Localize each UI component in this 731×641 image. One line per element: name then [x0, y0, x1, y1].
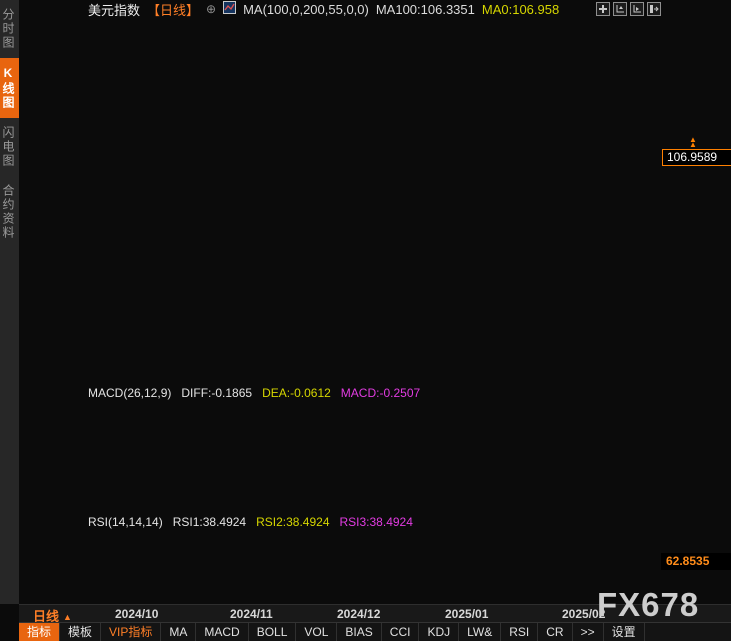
window-tools [596, 2, 661, 16]
period-label[interactable]: 【日线】 [147, 0, 199, 19]
chart-type-icon [223, 1, 236, 17]
toolbar-item-LW&[interactable]: LW& [459, 623, 501, 641]
watermark: FX678 [597, 586, 699, 624]
toolbar-item-MA[interactable]: MA [161, 623, 196, 641]
chart-header: 美元指数 【日线】 ⊕ MA(100,0,200,55,0,0) MA100:1… [88, 1, 559, 17]
ma100-value: MA100:106.3351 [376, 2, 475, 17]
macd-title: MACD(26,12,9) [88, 386, 171, 400]
toolbar-item-KDJ[interactable]: KDJ [419, 623, 459, 641]
rsi3-value: RSI3:38.4924 [340, 515, 413, 529]
sidebar: 分时图K线图闪电图合约资料 [0, 0, 19, 604]
sidebar-tab-2[interactable]: K线图 [0, 58, 19, 118]
sidebar-tab-4[interactable]: 合约资料 [0, 176, 19, 248]
toolbar-item-模板[interactable]: 模板 [60, 623, 101, 641]
toolbar-item-MACD[interactable]: MACD [196, 623, 248, 641]
x-axis-label: 2024/10 [115, 607, 158, 621]
rsi1-value: RSI1:38.4924 [173, 515, 246, 529]
chart-canvas[interactable] [0, 0, 731, 641]
toolbar-item-BIAS[interactable]: BIAS [337, 623, 381, 641]
move-tool-icon[interactable] [596, 2, 610, 16]
toolbar-item-设置[interactable]: 设置 [604, 623, 645, 641]
toolbar-item-CR[interactable]: CR [538, 623, 572, 641]
axis-scale-right-icon[interactable] [630, 2, 644, 16]
macd-macd-value: MACD:-0.2507 [341, 386, 420, 400]
rsi2-value: RSI2:38.4924 [256, 515, 329, 529]
rsi-header: RSI(14,14,14) RSI1:38.4924 RSI2:38.4924 … [88, 515, 413, 529]
ma-settings: MA(100,0,200,55,0,0) [243, 2, 369, 17]
toolbar-item-指标[interactable]: 指标 [19, 623, 60, 641]
price-arrows-icon: ▲▲ [689, 137, 697, 147]
trading-app: 分时图K线图闪电图合约资料 美元指数 【日线】 ⊕ MA(100,0,200,5… [0, 0, 731, 641]
triangle-up-icon: ▲ [63, 612, 72, 622]
collapse-panel-icon[interactable] [647, 2, 661, 16]
toolbar-item-VOL[interactable]: VOL [296, 623, 337, 641]
toolbar-item-VIP指标[interactable]: VIP指标 [101, 623, 161, 641]
toolbar-item-BOLL[interactable]: BOLL [249, 623, 297, 641]
x-axis-label: 2024/11 [230, 607, 273, 621]
rsi-cursor-tag: 62.8535 [661, 553, 731, 570]
sidebar-tab-1[interactable]: 分时图 [0, 0, 19, 58]
toolbar-item-CCI[interactable]: CCI [382, 623, 420, 641]
macd-dea-value: DEA:-0.0612 [262, 386, 331, 400]
x-axis-label: 2024/12 [337, 607, 380, 621]
x-axis-label: 2025/01 [445, 607, 488, 621]
macd-header: MACD(26,12,9) DIFF:-0.1865 DEA:-0.0612 M… [88, 386, 420, 400]
toolbar-item-RSI[interactable]: RSI [501, 623, 538, 641]
axis-scale-left-icon[interactable] [613, 2, 627, 16]
macd-diff-value: DIFF:-0.1865 [181, 386, 252, 400]
indicator-toolbar: 指标模板VIP指标MAMACDBOLLVOLBIASCCIKDJLW&RSICR… [19, 622, 731, 641]
symbol-name: 美元指数 [88, 0, 140, 19]
add-indicator-icon[interactable]: ⊕ [206, 2, 216, 16]
ma0-value: MA0:106.958 [482, 2, 559, 17]
toolbar-item->>[interactable]: >> [573, 623, 604, 641]
rsi-title: RSI(14,14,14) [88, 515, 163, 529]
current-price-tag: 106.9589 [662, 149, 731, 166]
sidebar-tab-3[interactable]: 闪电图 [0, 118, 19, 176]
